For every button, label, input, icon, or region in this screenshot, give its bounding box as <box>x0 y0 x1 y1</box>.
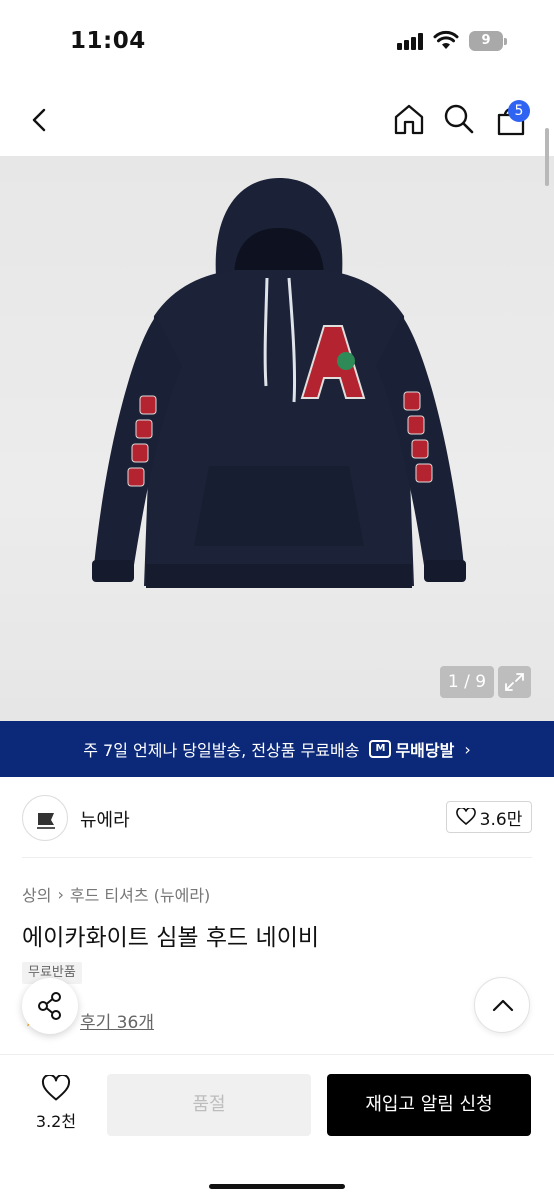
share-button[interactable] <box>22 978 78 1034</box>
battery-icon: 9 <box>469 31 507 51</box>
cellular-signal-icon <box>397 33 425 50</box>
promo-logo-mark: M <box>369 740 392 758</box>
restock-alert-button[interactable]: 재입고 알림 신청 <box>327 1074 531 1136</box>
breadcrumb: 상의 › 후드 티셔츠 (뉴에라) <box>22 882 210 906</box>
brand-name[interactable]: 뉴에라 <box>80 806 130 832</box>
divider <box>22 857 532 858</box>
chevron-right-icon: › <box>464 739 471 759</box>
breadcrumb-item[interactable]: 후드 티셔츠 (뉴에라) <box>70 882 210 906</box>
brand-row: 뉴에라 3.6만 <box>22 795 532 841</box>
sold-out-button: 품절 <box>107 1074 311 1136</box>
image-counter: 1 / 9 <box>440 666 494 698</box>
search-icon[interactable] <box>443 103 475 135</box>
promo-logo-text: 무배당발 <box>395 741 455 760</box>
share-icon <box>38 992 61 1020</box>
new-era-flag-icon <box>37 813 55 829</box>
bottom-action-bar: 3.2천 품절 재입고 알림 신청 <box>0 1054 554 1200</box>
cart-count-badge: 5 <box>508 100 530 122</box>
scrollbar[interactable] <box>545 128 549 186</box>
battery-level: 9 <box>469 31 503 51</box>
status-time: 11:04 <box>70 28 146 54</box>
wishlist-count: 3.2천 <box>35 1112 77 1131</box>
expand-image-button[interactable] <box>498 666 531 698</box>
heart-icon <box>455 808 476 826</box>
promo-text: 주 7일 언제나 당일발송, 전상품 무료배송 <box>83 741 360 760</box>
wishlist-button[interactable]: 3.2천 <box>22 1074 90 1132</box>
status-bar: 11:04 9 <box>0 0 554 84</box>
breadcrumb-separator: › <box>57 884 64 904</box>
expand-icon <box>505 673 524 691</box>
brand-like-button[interactable]: 3.6만 <box>446 801 532 833</box>
product-image-gallery[interactable]: 1 / 9 <box>0 156 554 721</box>
hoodie-product-image <box>92 178 466 588</box>
product-title: 에이카화이트 심볼 후드 네이비 <box>22 925 320 951</box>
brand-logo[interactable] <box>22 795 68 841</box>
scroll-to-top-button[interactable] <box>474 977 530 1033</box>
free-shipping-logo: M 무배당발 <box>369 737 454 761</box>
nav-bar <box>0 92 554 148</box>
wifi-icon <box>433 30 459 49</box>
home-icon[interactable] <box>392 102 426 136</box>
brand-like-count: 3.6만 <box>479 809 523 830</box>
delivery-promo-banner[interactable]: 주 7일 언제나 당일발송, 전상품 무료배송 M 무배당발 › <box>0 721 554 777</box>
heart-icon <box>41 1074 71 1101</box>
breadcrumb-item[interactable]: 상의 <box>22 882 51 906</box>
back-icon[interactable] <box>26 106 54 134</box>
home-indicator[interactable] <box>209 1184 345 1189</box>
review-link[interactable]: 후기 36개 <box>80 1008 154 1033</box>
chevron-up-icon <box>492 999 514 1012</box>
